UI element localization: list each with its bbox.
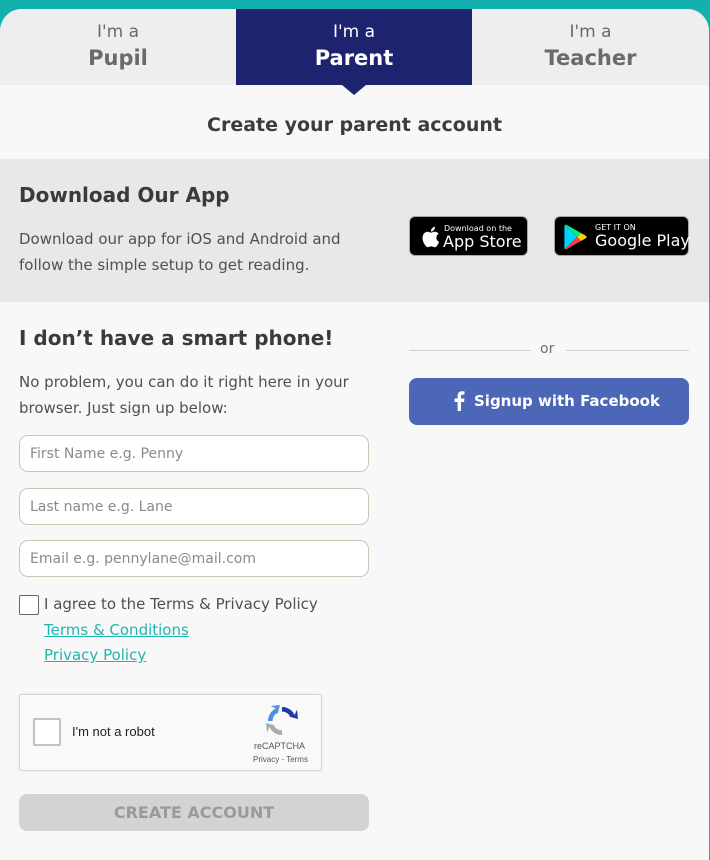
facebook-signup-label: Signup with Facebook bbox=[474, 392, 660, 410]
facebook-signup-button[interactable]: Signup with Facebook bbox=[409, 378, 689, 425]
recaptcha-terms[interactable]: Privacy - Terms bbox=[253, 755, 308, 764]
agree-terms-label: I agree to the Terms & Privacy Policy bbox=[44, 595, 318, 613]
app-store-button[interactable]: Download on the App Store bbox=[409, 216, 528, 256]
tab-parent-label: Parent bbox=[314, 46, 394, 70]
download-app-section: Download Our App Download our app for iO… bbox=[0, 159, 709, 302]
recaptcha-widget: I'm not a robot reCAPTCHA Privacy - Term… bbox=[19, 694, 322, 771]
app-store-big-text: App Store bbox=[443, 232, 522, 251]
tab-parent[interactable]: I'm a Parent bbox=[236, 9, 472, 95]
active-tab-pointer bbox=[342, 85, 366, 95]
download-app-text: Download our app for iOS and Android and… bbox=[19, 230, 341, 274]
download-app-title: Download Our App bbox=[19, 183, 230, 207]
last-name-input[interactable] bbox=[19, 488, 369, 525]
or-divider-text: or bbox=[540, 341, 555, 357]
recaptcha-logo-icon bbox=[266, 705, 298, 735]
tab-teacher-prefix: I'm a bbox=[569, 22, 612, 42]
or-divider-left bbox=[409, 350, 531, 351]
agree-terms-checkbox[interactable] bbox=[19, 595, 39, 615]
email-input[interactable] bbox=[19, 540, 369, 577]
tab-pupil[interactable]: I'm a Pupil bbox=[0, 9, 236, 85]
first-name-input[interactable] bbox=[19, 435, 369, 472]
tab-parent-prefix: I'm a bbox=[332, 22, 376, 42]
recaptcha-checkbox[interactable] bbox=[33, 718, 61, 746]
tab-teacher-label: Teacher bbox=[544, 46, 637, 70]
apple-icon bbox=[422, 226, 440, 248]
recaptcha-brand: reCAPTCHA bbox=[254, 741, 306, 751]
facebook-icon bbox=[454, 391, 465, 411]
role-tabs: I'm a Pupil I'm a Parent I'm a Teacher bbox=[0, 9, 709, 95]
tab-pupil-label: Pupil bbox=[88, 46, 148, 70]
google-play-big-text: Google Play bbox=[595, 231, 690, 250]
signup-intro-text: No problem, you can do it right here in … bbox=[19, 373, 349, 417]
terms-conditions-link[interactable]: Terms & Conditions bbox=[44, 621, 189, 639]
no-smartphone-title: I don’t have a smart phone! bbox=[19, 326, 334, 350]
google-play-icon bbox=[564, 224, 587, 250]
tab-teacher[interactable]: I'm a Teacher bbox=[472, 9, 709, 85]
google-play-button[interactable]: GET IT ON Google Play bbox=[554, 216, 690, 256]
create-account-button[interactable]: CREATE ACCOUNT bbox=[19, 794, 369, 831]
or-divider-right bbox=[566, 350, 689, 351]
recaptcha-label: I'm not a robot bbox=[72, 724, 155, 739]
tab-pupil-prefix: I'm a bbox=[96, 22, 140, 42]
page-title: Create your parent account bbox=[207, 114, 502, 136]
signup-card: I'm a Pupil I'm a Parent I'm a Teacher C… bbox=[0, 9, 709, 860]
privacy-policy-link[interactable]: Privacy Policy bbox=[44, 646, 146, 664]
